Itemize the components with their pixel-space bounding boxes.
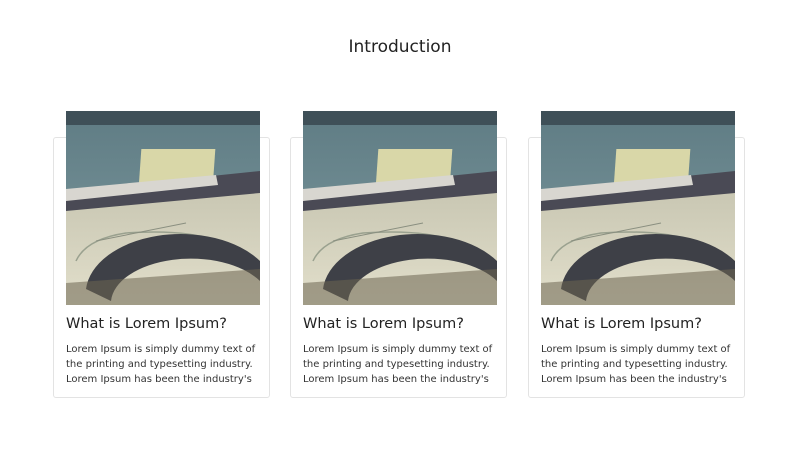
card-text: Lorem Ipsum is simply dummy text of the … <box>303 344 493 385</box>
card-title: What is Lorem Ipsum? <box>66 316 227 332</box>
card-image <box>541 111 735 305</box>
drafting-desk-photo-icon <box>66 111 260 305</box>
page-title: Introduction <box>348 37 452 57</box>
card-text: Lorem Ipsum is simply dummy text of the … <box>541 344 731 385</box>
drafting-desk-photo-icon <box>541 111 735 305</box>
card-title: What is Lorem Ipsum? <box>303 316 464 332</box>
card-image <box>66 111 260 305</box>
drafting-desk-photo-icon <box>303 111 497 305</box>
card-image <box>303 111 497 305</box>
card-title: What is Lorem Ipsum? <box>541 316 702 332</box>
card-text: Lorem Ipsum is simply dummy text of the … <box>66 344 256 385</box>
